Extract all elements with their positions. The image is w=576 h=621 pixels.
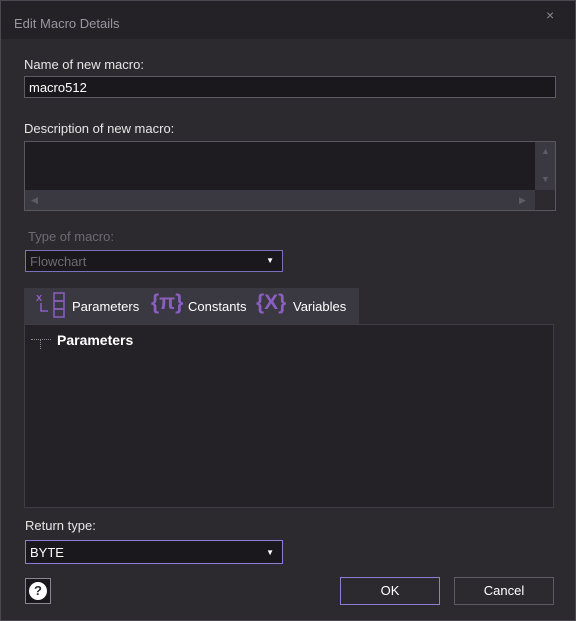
tab-parameters-label: Parameters xyxy=(72,299,140,314)
macro-name-input[interactable] xyxy=(24,76,556,98)
scroll-down-icon[interactable]: ▼ xyxy=(541,174,550,184)
tab-parameters[interactable]: x Parameters xyxy=(24,288,149,324)
tab-constants[interactable]: {π} Constants xyxy=(151,288,251,324)
scroll-up-icon[interactable]: ▲ xyxy=(541,146,550,156)
macro-type-value: Flowchart xyxy=(30,254,87,269)
name-label: Name of new macro: xyxy=(24,57,144,72)
help-button[interactable]: ? xyxy=(25,578,51,604)
window-title: Edit Macro Details xyxy=(14,16,120,31)
title-bar: Edit Macro Details × xyxy=(1,1,575,39)
svg-text:x: x xyxy=(36,292,43,304)
chevron-down-icon: ▼ xyxy=(266,256,274,265)
scroll-right-icon[interactable]: ▶ xyxy=(519,195,526,206)
return-type-select[interactable]: BYTE ▼ xyxy=(25,540,283,564)
tab-strip: x Parameters {π} Constants {X} Variables xyxy=(24,288,359,324)
tree-connector xyxy=(31,339,51,340)
scroll-corner xyxy=(535,190,555,210)
return-type-value: BYTE xyxy=(30,545,64,560)
tree-root-parameters[interactable]: Parameters xyxy=(57,332,133,348)
tab-variables-label: Variables xyxy=(293,299,347,314)
close-icon[interactable]: × xyxy=(546,7,554,23)
tab-constants-label: Constants xyxy=(188,299,247,314)
help-icon: ? xyxy=(29,582,47,600)
return-type-label: Return type: xyxy=(25,518,96,533)
edit-macro-dialog: Edit Macro Details × Name of new macro: … xyxy=(0,0,576,621)
vertical-scrollbar[interactable]: ▲ ▼ xyxy=(535,142,555,190)
cancel-button[interactable]: Cancel xyxy=(454,577,554,605)
chevron-down-icon: ▼ xyxy=(266,548,274,557)
x-variables-icon: {X} xyxy=(256,291,287,314)
parameters-panel: Parameters xyxy=(24,324,554,508)
horizontal-scrollbar[interactable]: ◀ ▶ xyxy=(25,190,535,210)
ok-button[interactable]: OK xyxy=(340,577,440,605)
type-label: Type of macro: xyxy=(28,229,114,244)
scroll-left-icon[interactable]: ◀ xyxy=(31,195,38,206)
pi-constants-icon: {π} xyxy=(151,291,184,314)
tab-variables[interactable]: {X} Variables xyxy=(256,288,356,324)
parameters-icon: x xyxy=(36,292,65,318)
macro-type-select[interactable]: Flowchart ▼ xyxy=(25,250,283,272)
description-textarea[interactable]: ▲ ▼ ◀ ▶ xyxy=(24,141,556,211)
description-label: Description of new macro: xyxy=(24,121,175,136)
tree-connector-vertical xyxy=(40,339,41,349)
